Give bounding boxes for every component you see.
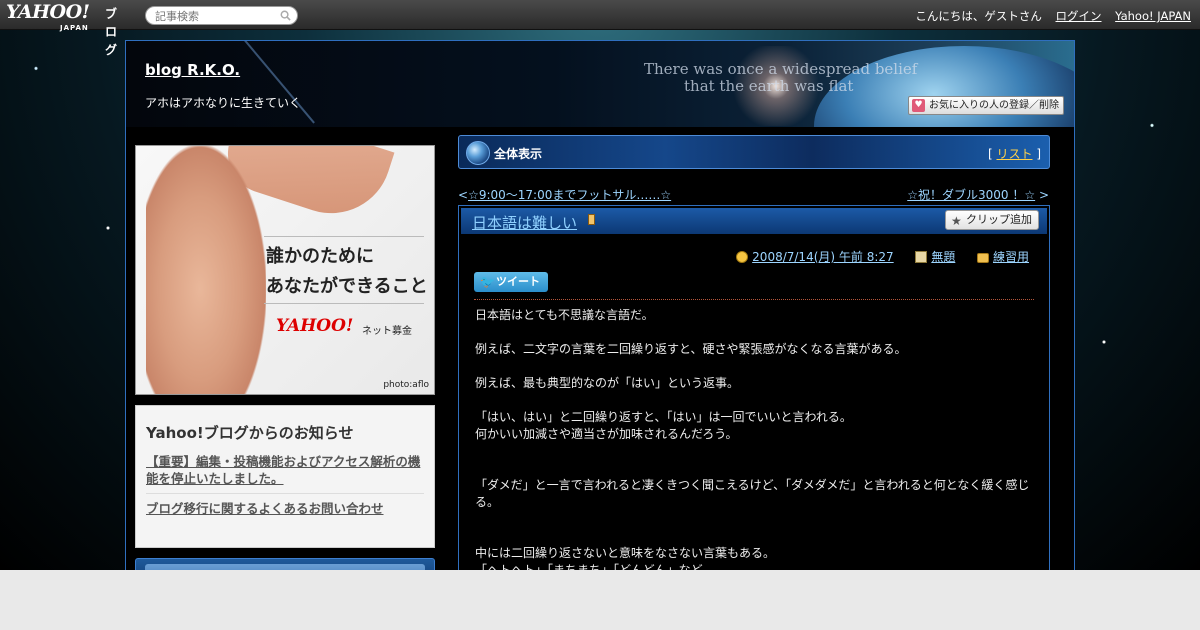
search-icon[interactable]	[280, 10, 291, 21]
article-paragraph: 「はい、はい」と二回繰り返すと、「はい」は一回でいいと言われる。	[475, 410, 852, 424]
theme-icon	[915, 251, 928, 263]
page-viewport: YAHOO! JAPAN ブログ こんにちは、ゲストさん ログイン Yahoo!…	[0, 0, 1200, 570]
article-theme-link[interactable]: 無題	[931, 250, 955, 264]
blog-title-link[interactable]: blog R.K.O.	[145, 61, 240, 79]
all-posts-bar: 全体表示 [ リスト ]	[458, 135, 1050, 169]
article-paragraph: 例えば、最も典型的なのが「はい」という返事。	[475, 376, 740, 390]
twitter-bird-icon: 🐦	[480, 275, 495, 289]
article-header: 日本語は難しい ★ クリップ追加	[461, 208, 1047, 234]
article-category-link[interactable]: 練習用	[993, 250, 1029, 264]
article-paragraph: 日本語はとても不思議な言語だ。	[475, 308, 654, 322]
blog-description: アホはアホなりに生きていく	[145, 96, 302, 110]
favorite-button-label: お気に入りの人の登録／削除	[929, 100, 1059, 111]
yahoo-japan-link[interactable]: Yahoo! JAPAN	[1115, 9, 1191, 23]
article-paragraph: 中には二回繰り返さないと意味をなさない言葉もある。	[475, 546, 776, 560]
page-bottom-area	[0, 570, 1200, 630]
ad-divider	[264, 236, 424, 237]
list-view-link[interactable]: リスト	[996, 147, 1032, 161]
logo-service: ブログ	[105, 7, 117, 57]
logo-sub: JAPAN	[60, 24, 89, 32]
tweet-button-label: ツイート	[496, 275, 540, 288]
next-post-link[interactable]: ☆祝！ダブル3000 ！☆	[907, 188, 1035, 202]
header-light-beam	[236, 41, 315, 124]
blog-frame: There was once a widespread belief that …	[125, 40, 1075, 570]
globe-icon	[466, 141, 490, 165]
star-icon: ★	[951, 214, 962, 228]
article-paragraph	[475, 324, 1035, 341]
article-paragraph	[475, 358, 1035, 375]
ad-photo-credit: photo:aflo	[383, 380, 429, 390]
article-paragraph: 何かいい加減さや適当さが加味されるんだろう。	[475, 427, 738, 441]
article-paragraph: 「ダメだ」と一言で言われると凄くきつく聞こえるけど、「ダメダメだ」と言われると何…	[475, 478, 1030, 509]
mobile-post-icon	[588, 214, 595, 225]
clip-button-label: クリップ追加	[966, 213, 1032, 226]
login-link[interactable]: ログイン	[1056, 9, 1102, 23]
top-bar: YAHOO! JAPAN ブログ こんにちは、ゲストさん ログイン Yahoo!…	[0, 0, 1200, 58]
article-paragraph	[475, 460, 1035, 477]
search-input[interactable]	[155, 8, 275, 24]
tweet-button[interactable]: 🐦 ツイート	[474, 272, 548, 292]
prev-post-nav: <☆9:00～17:00までフットサル……☆	[458, 188, 672, 202]
header-tagline-line-2: that the earth was flat	[684, 77, 854, 95]
greeting-text: こんにちは、ゲストさん	[915, 9, 1042, 23]
article-date-link[interactable]: 2008/7/14(月) 午前 8:27	[752, 250, 893, 264]
article-paragraph: 「ヘトヘト」「まちまち」「どんどん」など	[475, 563, 703, 570]
header-tagline-line-1: There was once a widespread belief	[644, 60, 918, 78]
yahoo-logo[interactable]: YAHOO! JAPAN ブログ	[6, 3, 117, 58]
folder-icon	[976, 253, 989, 263]
article-paragraph: 例えば、二文字の言葉を二回繰り返すと、硬さや緊張感がなくなる言葉がある。	[475, 342, 907, 356]
article-paragraph	[475, 443, 1035, 460]
all-posts-title: 全体表示	[494, 147, 543, 161]
article-paragraph	[475, 528, 1035, 545]
article-divider	[474, 299, 1034, 300]
heart-icon: ♥	[912, 99, 925, 112]
search-box	[145, 6, 298, 25]
ad-headline-1: 誰かのために	[266, 246, 374, 267]
favorite-register-button[interactable]: ♥ お気に入りの人の登録／削除	[908, 96, 1064, 115]
clip-add-button[interactable]: ★ クリップ追加	[945, 210, 1039, 230]
ad-service-name: ネット募金	[362, 326, 412, 337]
article-paragraph	[475, 511, 1035, 528]
clock-icon	[736, 251, 749, 263]
notice-title: Yahoo!ブログからのお知らせ	[146, 424, 354, 442]
user-area: こんにちは、ゲストさん ログイン Yahoo! JAPAN	[915, 8, 1191, 24]
blog-header: There was once a widespread belief that …	[126, 41, 1074, 127]
ad-yahoo-logo: YAHOO!	[276, 316, 354, 336]
article-paragraph	[475, 392, 1035, 409]
yahoo-notice-box: Yahoo!ブログからのお知らせ 【重要】編集・投稿機能およびアクセス解析の機能…	[135, 405, 435, 548]
prev-post-link[interactable]: ☆9:00～17:00までフットサル……☆	[468, 188, 671, 202]
sidebar-widget	[135, 558, 435, 570]
ad-headline-2: あなたができること	[266, 276, 428, 297]
ad-hand-image	[146, 146, 266, 394]
ad-divider	[264, 303, 424, 304]
charity-ad-banner[interactable]: 誰かのために あなたができること YAHOO! ネット募金 photo:aflo	[135, 145, 435, 395]
notice-link-faq[interactable]: ブログ移行に関するよくあるお問い合わせ	[146, 500, 424, 517]
header-tagline: There was once a widespread belief that …	[644, 61, 1064, 95]
article-title-link[interactable]: 日本語は難しい	[472, 212, 577, 233]
article-body: 日本語はとても不思議な言語だ。 例えば、二文字の言葉を二回繰り返すと、硬さや緊張…	[475, 307, 1035, 570]
next-post-nav: ☆祝！ダブル3000 ！☆ >	[907, 188, 1049, 202]
article: 日本語は難しい ★ クリップ追加 2008/7/14(月) 午前 8:27 無題…	[458, 205, 1050, 570]
list-link-wrapper: [ リスト ]	[987, 147, 1041, 161]
article-meta: 2008/7/14(月) 午前 8:27 無題 練習用	[736, 248, 1029, 265]
notice-link-important[interactable]: 【重要】編集・投稿機能およびアクセス解析の機能を停止いたしました。	[146, 453, 424, 494]
